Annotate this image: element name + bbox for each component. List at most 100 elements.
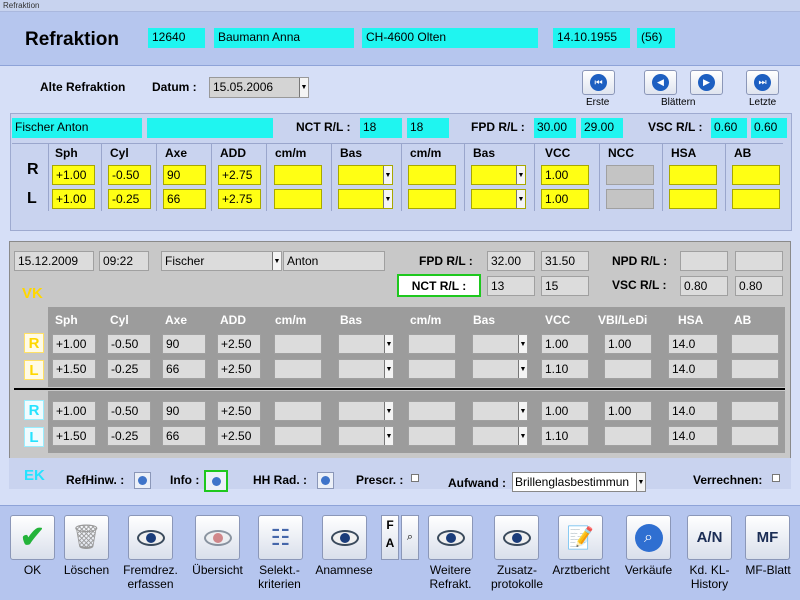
vk-r-hsa[interactable]: 14.0 <box>668 334 718 354</box>
ek-eye-l[interactable]: L <box>24 427 44 447</box>
ek-l-bas1-select[interactable]: ▼ <box>338 426 394 446</box>
vsc-l-field[interactable]: 0.80 <box>735 276 783 296</box>
verrechnen-checkbox[interactable] <box>772 474 780 482</box>
vk-l-cyl[interactable]: -0.25 <box>107 359 151 379</box>
vk-l-hsa[interactable]: 14.0 <box>668 359 718 379</box>
fa-button[interactable]: FA <box>381 515 399 560</box>
current-date-field[interactable]: 15.12.2009 <box>14 251 94 271</box>
nct-l-field[interactable]: 15 <box>541 276 589 296</box>
kd-kl-history-button[interactable]: A/N <box>687 515 732 560</box>
ek-r-cyl[interactable]: -0.50 <box>107 401 151 421</box>
nct-r-field[interactable]: 13 <box>487 276 535 296</box>
old-r-bas1-select[interactable]: ▼ <box>338 165 393 185</box>
old-r-hsa[interactable] <box>669 165 717 185</box>
old-r-vcc[interactable]: 1.00 <box>541 165 589 185</box>
vk-r-axe[interactable]: 90 <box>162 334 206 354</box>
info-button[interactable] <box>204 470 228 492</box>
old-l-cmm2[interactable] <box>408 189 456 209</box>
current-time-field[interactable]: 09:22 <box>99 251 149 271</box>
old-r-add[interactable]: +2.75 <box>218 165 261 185</box>
prescr-checkbox[interactable] <box>411 474 419 482</box>
vsc-r-field[interactable]: 0.80 <box>680 276 728 296</box>
last-record-button[interactable]: ⏭ <box>746 70 779 95</box>
vk-l-axe[interactable]: 66 <box>162 359 206 379</box>
ek-r-hsa[interactable]: 14.0 <box>668 401 718 421</box>
old-r-cmm1[interactable] <box>274 165 322 185</box>
old-l-bas2-select[interactable]: ▼ <box>471 189 526 209</box>
ek-r-vbi[interactable]: 1.00 <box>604 401 652 421</box>
ek-l-axe[interactable]: 66 <box>162 426 206 446</box>
npd-l-field[interactable] <box>735 251 783 271</box>
vk-l-ab[interactable] <box>731 359 779 379</box>
ok-button[interactable]: ✔ <box>10 515 55 560</box>
old-l-bas1-select[interactable]: ▼ <box>338 189 393 209</box>
old-l-sph[interactable]: +1.00 <box>52 189 95 209</box>
refhinw-button[interactable] <box>134 472 151 489</box>
vk-r-bas2-select[interactable]: ▼ <box>472 334 528 354</box>
old-r-axe[interactable]: 90 <box>163 165 206 185</box>
verkaufe-button[interactable]: ⌕ <box>626 515 671 560</box>
ek-r-cmm1[interactable] <box>274 401 322 421</box>
vk-l-add[interactable]: +2.50 <box>217 359 261 379</box>
ek-l-ab[interactable] <box>731 426 779 446</box>
vk-r-sph[interactable]: +1.00 <box>52 334 96 354</box>
old-r-cyl[interactable]: -0.50 <box>108 165 151 185</box>
old-l-vcc[interactable]: 1.00 <box>541 189 589 209</box>
old-l-add[interactable]: +2.75 <box>218 189 261 209</box>
ek-l-add[interactable]: +2.50 <box>217 426 261 446</box>
ek-r-vcc[interactable]: 1.00 <box>541 401 589 421</box>
vk-r-cmm2[interactable] <box>408 334 456 354</box>
ek-l-cyl[interactable]: -0.25 <box>107 426 151 446</box>
fremd-button[interactable] <box>128 515 173 560</box>
ek-l-cmm2[interactable] <box>408 426 456 446</box>
fpd-r-field[interactable]: 32.00 <box>487 251 535 271</box>
arztbericht-button[interactable]: 📝 <box>558 515 603 560</box>
first-record-button[interactable]: ⏮ <box>582 70 615 95</box>
ek-l-cmm1[interactable] <box>274 426 322 446</box>
old-r-cmm2[interactable] <box>408 165 456 185</box>
old-l-cyl[interactable]: -0.25 <box>108 189 151 209</box>
vk-l-vcc[interactable]: 1.10 <box>541 359 589 379</box>
vk-r-add[interactable]: +2.50 <box>217 334 261 354</box>
aufwand-select[interactable]: Brillenglasbestimmun ▼ <box>512 472 646 492</box>
vk-eye-l[interactable]: L <box>24 360 44 380</box>
npd-r-field[interactable] <box>680 251 728 271</box>
ek-r-ab[interactable] <box>731 401 779 421</box>
ek-l-bas2-select[interactable]: ▼ <box>472 426 528 446</box>
vk-r-cmm1[interactable] <box>274 334 322 354</box>
hhrad-button[interactable] <box>317 472 334 489</box>
old-date-select[interactable]: 15.05.2006 ▼ <box>209 77 309 98</box>
ek-eye-r[interactable]: R <box>24 400 44 420</box>
overview-button[interactable] <box>195 515 240 560</box>
vk-r-cyl[interactable]: -0.50 <box>107 334 151 354</box>
ek-l-hsa[interactable]: 14.0 <box>668 426 718 446</box>
old-l-axe[interactable]: 66 <box>163 189 206 209</box>
vk-l-sph[interactable]: +1.50 <box>52 359 96 379</box>
vk-l-bas2-select[interactable]: ▼ <box>472 359 528 379</box>
old-l-hsa[interactable] <box>669 189 717 209</box>
fpd-l-field[interactable]: 31.50 <box>541 251 589 271</box>
vk-l-vbi[interactable] <box>604 359 652 379</box>
next-record-button[interactable]: ▶ <box>690 70 723 95</box>
examiner-select[interactable]: Fischer ▼ <box>161 251 282 271</box>
zusatz-protokolle-button[interactable] <box>494 515 539 560</box>
ek-l-vcc[interactable]: 1.10 <box>541 426 589 446</box>
vk-l-bas1-select[interactable]: ▼ <box>338 359 394 379</box>
nct-button[interactable]: NCT R/L : <box>397 274 481 297</box>
ek-l-sph[interactable]: +1.50 <box>52 426 96 446</box>
vk-l-cmm2[interactable] <box>408 359 456 379</box>
ek-r-add[interactable]: +2.50 <box>217 401 261 421</box>
select-criteria-button[interactable]: ☷ <box>258 515 303 560</box>
vk-eye-r[interactable]: R <box>24 333 44 353</box>
previous-record-button[interactable]: ◀ <box>644 70 677 95</box>
old-r-sph[interactable]: +1.00 <box>52 165 95 185</box>
ek-r-sph[interactable]: +1.00 <box>52 401 96 421</box>
vk-r-vbi[interactable]: 1.00 <box>604 334 652 354</box>
old-l-cmm1[interactable] <box>274 189 322 209</box>
anamnese-button[interactable] <box>322 515 367 560</box>
vk-l-cmm1[interactable] <box>274 359 322 379</box>
ek-l-vbi[interactable] <box>604 426 652 446</box>
ek-r-bas1-select[interactable]: ▼ <box>338 401 394 421</box>
ek-r-cmm2[interactable] <box>408 401 456 421</box>
old-l-ab[interactable] <box>732 189 780 209</box>
